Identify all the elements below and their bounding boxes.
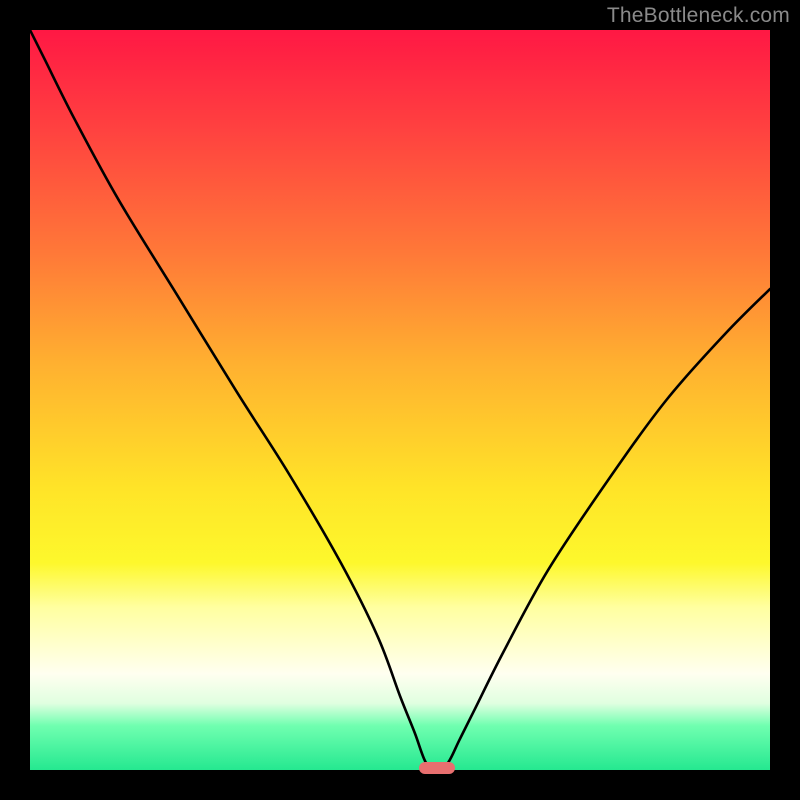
optimal-marker — [419, 762, 455, 774]
watermark-text: TheBottleneck.com — [607, 4, 790, 28]
chart-container: TheBottleneck.com — [0, 0, 800, 800]
bottleneck-curve — [30, 30, 770, 770]
plot-area — [30, 30, 770, 770]
